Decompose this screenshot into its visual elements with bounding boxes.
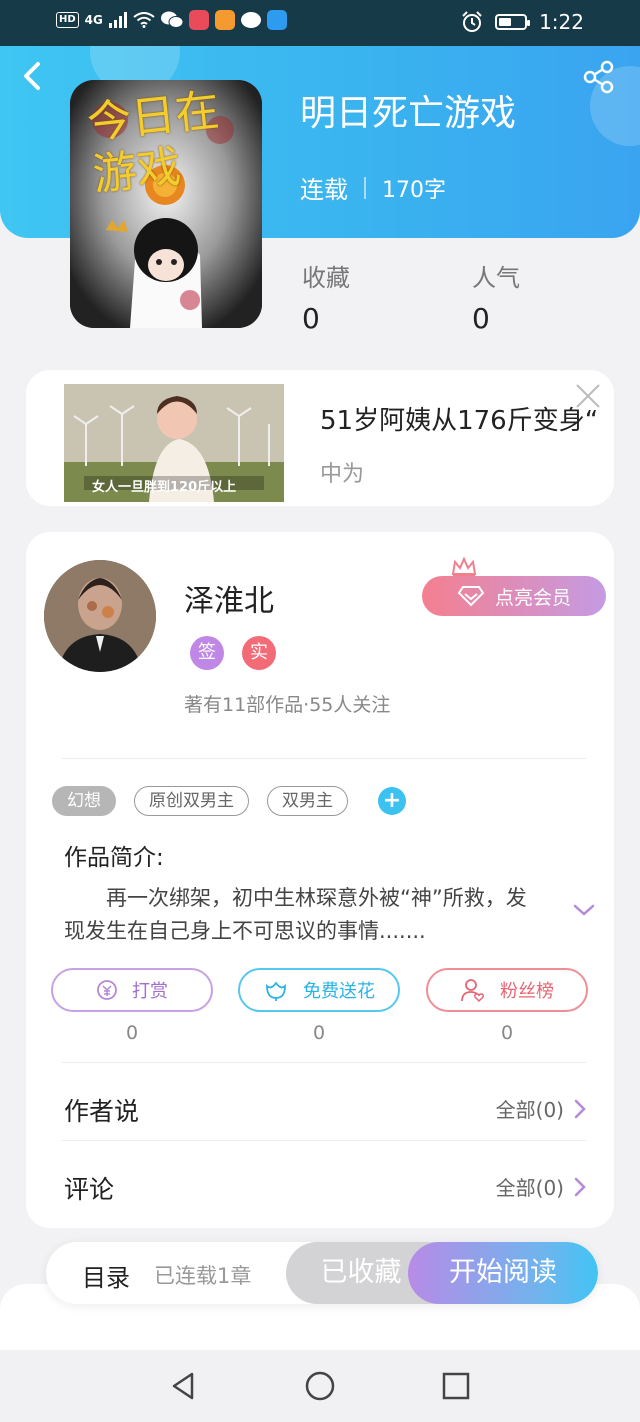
ad-card[interactable]: 女人一旦胖到120斤以上 51岁阿姨从176斤变身“ 中为 [26, 370, 614, 506]
tag-item[interactable]: 双男主 [267, 786, 348, 816]
author-says-all[interactable]: 全部(0) [496, 1094, 586, 1123]
status-right: 1:22 [461, 10, 584, 34]
word-count: 170字 [382, 177, 446, 203]
book-cover[interactable]: 今日在游戏 [70, 80, 262, 328]
bottom-action-bar: 目录 已连载1章 已收藏 开始阅读 [46, 1242, 598, 1304]
reward-button[interactable]: 打赏 [51, 968, 213, 1012]
comments-all[interactable]: 全部(0) [496, 1172, 586, 1201]
search-app-icon [266, 10, 287, 30]
video-app-icon [214, 10, 235, 30]
nav-home-icon[interactable] [304, 1370, 336, 1402]
author-says-title: 作者说 [64, 1097, 140, 1126]
ad-image-caption: 女人一旦胖到120斤以上 [92, 480, 237, 495]
book-status-row: 连载 170字 [300, 170, 446, 205]
fan-ranking-button[interactable]: 粉丝榜 [426, 968, 588, 1012]
popularity-value: 0 [472, 302, 490, 335]
favorites-label: 收藏 [302, 264, 350, 292]
comments-title: 评论 [64, 1175, 115, 1204]
share-button[interactable] [582, 60, 616, 94]
reward-label: 打赏 [132, 981, 168, 1002]
tag-item[interactable]: 幻想 [52, 786, 116, 816]
intro-text[interactable]: 再一次绑架，初中生林琛意外被“神”所救，发现发生在自己身上不可思议的事情....… [64, 882, 544, 948]
book-title: 明日死亡游戏 [300, 93, 517, 134]
fans-count: 0 [500, 1022, 514, 1044]
author-avatar[interactable] [44, 560, 156, 672]
book-app-icon [188, 10, 209, 30]
back-button[interactable] [20, 58, 52, 94]
wifi-icon [133, 12, 155, 28]
wechat-icon [160, 11, 183, 28]
status-separator [364, 176, 366, 199]
flower-count: 0 [312, 1022, 326, 1044]
flower-label: 免费送花 [303, 981, 375, 1002]
book-detail-card: 泽淮北 签 实 著有11部作品·55人关注 点亮会员 幻想 原创双男主 双男主 … [26, 532, 614, 1228]
comments-all-label: 全部(0) [495, 1176, 564, 1200]
verified-badge: 实 [242, 636, 276, 670]
hd-indicator: HD [56, 12, 79, 28]
add-tag-button[interactable]: + [378, 787, 406, 815]
ad-close-button[interactable] [574, 382, 602, 410]
system-nav-bar [0, 1350, 640, 1422]
back-arrow-icon [24, 62, 40, 90]
diamond-icon [457, 586, 485, 607]
signal-indicator: 4G [84, 13, 103, 27]
crown-icon [451, 556, 477, 577]
author-says-all-label: 全部(0) [495, 1098, 564, 1122]
fans-label: 粉丝榜 [500, 981, 554, 1002]
ad-image: 女人一旦胖到120斤以上 [64, 384, 284, 502]
chevron-right-icon [574, 1177, 586, 1196]
cover-title-art: 今日在游戏 [85, 84, 222, 202]
coin-icon [97, 980, 117, 1000]
status-left: HD 4G [56, 10, 287, 30]
clock: 1:22 [539, 10, 584, 34]
ad-title[interactable]: 51岁阿姨从176斤变身“ [320, 400, 598, 437]
person-heart-icon [461, 979, 484, 1003]
signed-badge: 签 [190, 636, 224, 670]
vip-button-label: 点亮会员 [494, 586, 571, 609]
divider [62, 1062, 586, 1063]
popularity-label: 人气 [472, 264, 520, 292]
alarm-icon [462, 11, 482, 32]
share-icon [583, 60, 614, 94]
serial-status: 连载 [300, 176, 348, 204]
favorites-value: 0 [302, 302, 320, 335]
vip-button[interactable]: 点亮会员 [422, 576, 606, 616]
catalog-button[interactable]: 目录 [82, 1258, 130, 1293]
author-meta: 著有11部作品·55人关注 [184, 694, 391, 716]
divider [62, 1140, 586, 1141]
comments-row[interactable]: 评论 全部(0) [64, 1166, 586, 1206]
nav-back-icon[interactable] [168, 1370, 200, 1402]
battery-icon [495, 14, 531, 30]
signal-bars-icon [108, 12, 127, 28]
close-icon [576, 384, 600, 408]
status-bar: HD 4G 1:22 [0, 0, 640, 46]
flower-icon [266, 981, 286, 1001]
intro-title: 作品简介: [64, 845, 164, 871]
message-icon [240, 12, 261, 28]
tag-item[interactable]: 原创双男主 [134, 786, 249, 816]
start-reading-button[interactable]: 开始阅读 [408, 1242, 598, 1304]
chevron-right-icon [574, 1099, 586, 1118]
ad-subtitle: 中为 [320, 462, 365, 487]
send-flower-button[interactable]: 免费送花 [238, 968, 400, 1012]
chapter-count: 已连载1章 [154, 1264, 252, 1288]
author-name[interactable]: 泽淮北 [184, 576, 274, 620]
divider [62, 758, 586, 759]
avatar-photo [44, 560, 156, 672]
chevron-down-icon[interactable] [572, 902, 596, 918]
nav-recents-icon[interactable] [440, 1370, 472, 1402]
author-says-row[interactable]: 作者说 全部(0) [64, 1088, 586, 1128]
reward-count: 0 [125, 1022, 139, 1044]
tag-list: 幻想 原创双男主 双男主 + [52, 786, 406, 816]
